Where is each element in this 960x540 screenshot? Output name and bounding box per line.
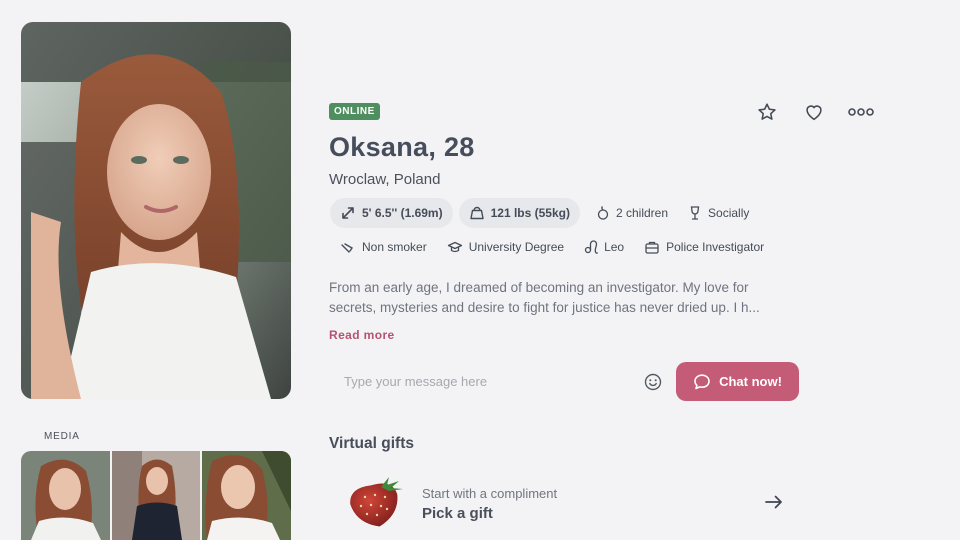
favorite-button[interactable]	[754, 99, 780, 125]
bio-line: From an early age, I dreamed of becoming…	[329, 280, 749, 295]
like-button[interactable]	[801, 99, 827, 125]
height-value: 5' 6.5'' (1.69m)	[362, 206, 443, 220]
chat-bubble-icon	[694, 373, 710, 389]
strawberry-icon	[350, 477, 403, 527]
zodiac-value: Leo	[604, 240, 625, 254]
online-status-badge: ONLINE	[329, 103, 380, 120]
read-more-link[interactable]: Read more	[329, 328, 395, 342]
profile-photo[interactable]	[21, 22, 291, 399]
star-icon	[758, 103, 776, 120]
education-value: University Degree	[468, 240, 565, 254]
bio-line: secrets, mysteries and desire to fight f…	[329, 300, 760, 315]
media-thumbnail[interactable]	[202, 451, 292, 540]
children-chip: 2 children	[586, 198, 678, 228]
profile-bio: From an early age, I dreamed of becoming…	[329, 278, 809, 318]
arrow-right-icon	[765, 495, 782, 509]
more-options-button[interactable]	[848, 99, 874, 125]
zodiac-leo-icon	[584, 240, 599, 254]
smoking-chip: Non smoker	[330, 232, 437, 262]
more-dots-icon	[848, 108, 874, 116]
graduation-cap-icon	[447, 241, 462, 253]
profile-attributes-secondary: Non smoker University Degree Leo Police …	[330, 232, 774, 262]
height-arrows-icon	[342, 207, 354, 219]
briefcase-icon	[645, 241, 659, 254]
occupation-chip: Police Investigator	[634, 232, 774, 262]
pick-gift-row[interactable]: Start with a compliment Pick a gift	[345, 473, 795, 531]
media-thumbnail-image	[21, 451, 110, 540]
profile-photo-image	[21, 22, 291, 399]
profile-name: Oksana, 28	[329, 132, 475, 162]
profile-actions	[754, 99, 874, 125]
media-thumbnails	[21, 451, 292, 540]
profile-attributes-primary: 5' 6.5'' (1.69m) 121 lbs (55kg) 2 childr…	[330, 198, 759, 228]
drinking-chip: Socially	[678, 198, 759, 228]
profile-location: Wroclaw, Poland	[329, 171, 441, 188]
smoking-value: Non smoker	[362, 240, 427, 254]
emoji-button[interactable]	[643, 372, 663, 392]
weight-value: 121 lbs (55kg)	[490, 206, 570, 220]
media-thumbnail[interactable]	[111, 451, 201, 540]
weight-chip: 121 lbs (55kg)	[458, 198, 580, 228]
message-input[interactable]	[329, 362, 667, 401]
media-thumbnail[interactable]	[21, 451, 110, 540]
children-value: 2 children	[615, 206, 669, 220]
media-section-label: MEDIA	[44, 431, 80, 442]
gift-subtitle: Start with a compliment	[422, 486, 558, 501]
media-thumbnail-image	[202, 451, 292, 540]
height-chip: 5' 6.5'' (1.69m)	[330, 198, 453, 228]
heart-icon	[806, 105, 822, 121]
children-icon	[597, 206, 609, 220]
drinking-value: Socially	[708, 206, 750, 220]
pick-gift-label: Pick a gift	[422, 505, 493, 522]
zodiac-chip: Leo	[574, 232, 634, 262]
chat-now-button[interactable]: Chat now!	[676, 362, 799, 401]
weight-icon	[469, 206, 484, 220]
wine-glass-icon	[690, 206, 700, 220]
media-thumbnail-image	[111, 451, 201, 540]
no-smoking-icon	[341, 243, 353, 253]
virtual-gifts-title: Virtual gifts	[329, 435, 414, 452]
occupation-value: Police Investigator	[666, 240, 765, 254]
education-chip: University Degree	[437, 232, 574, 262]
chat-now-label: Chat now!	[719, 374, 782, 389]
smile-icon	[644, 373, 662, 391]
chat-composer: Chat now!	[329, 362, 799, 401]
